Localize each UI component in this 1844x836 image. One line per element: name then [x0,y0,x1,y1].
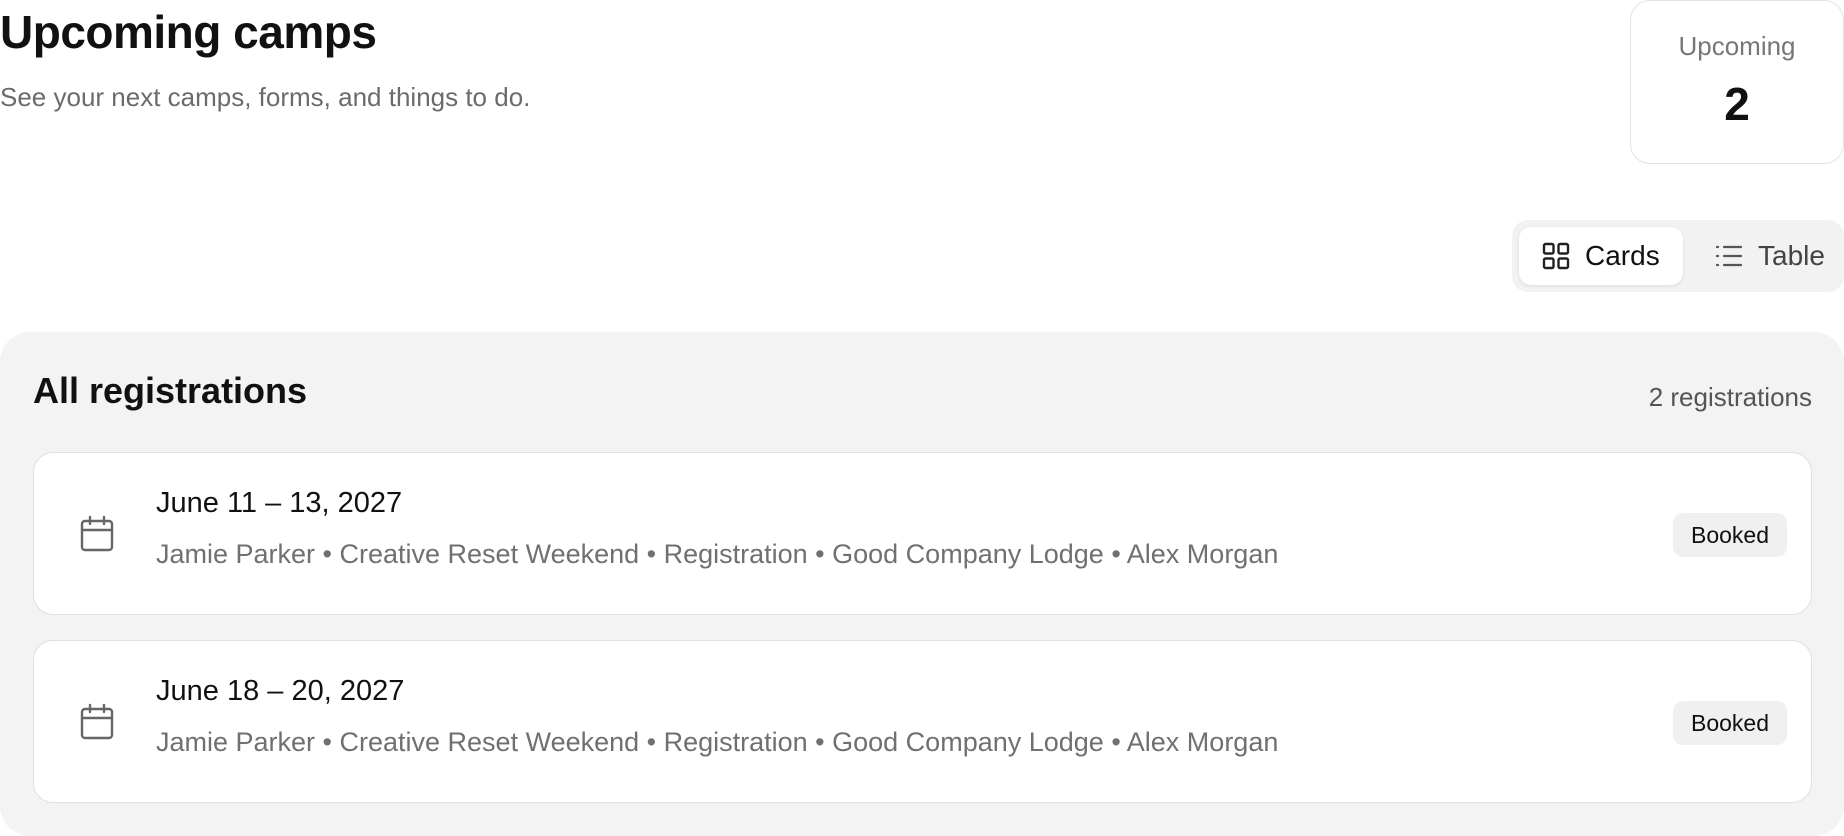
cards-view-label: Cards [1585,240,1660,271]
registration-date: June 18 – 20, 2027 [156,675,405,707]
calendar-icon [76,513,118,555]
registrations-title: All registrations [33,370,308,411]
registration-details: Jamie Parker • Creative Reset Weekend • … [156,539,1279,569]
registration-details: Jamie Parker • Creative Reset Weekend • … [156,727,1279,757]
upcoming-stat-value: 2 [1724,78,1750,130]
list-icon [1714,241,1744,271]
registration-card[interactable]: June 11 – 13, 2027 Jamie Parker • Creati… [33,452,1812,615]
status-badge: Booked [1672,701,1787,745]
grid-icon [1541,241,1571,271]
status-badge: Booked [1672,513,1787,557]
cards-view-button[interactable]: Cards [1519,227,1683,285]
registration-card[interactable]: June 18 – 20, 2027 Jamie Parker • Creati… [33,640,1812,803]
upcoming-stat-card: Upcoming 2 [1630,0,1844,164]
calendar-icon [76,701,118,743]
upcoming-stat-label: Upcoming [1678,31,1796,61]
table-view-label: Table [1758,240,1825,271]
registration-date: June 11 – 13, 2027 [156,487,403,519]
page-title: Upcoming camps [0,6,377,58]
page-subtitle: See your next camps, forms, and things t… [0,82,531,112]
registrations-panel: All registrations 2 registrations June 1… [0,332,1844,836]
table-view-button[interactable]: Table [1692,227,1838,285]
registrations-count: 2 registrations [1648,382,1812,412]
view-toggle: Cards Table [1512,220,1844,292]
